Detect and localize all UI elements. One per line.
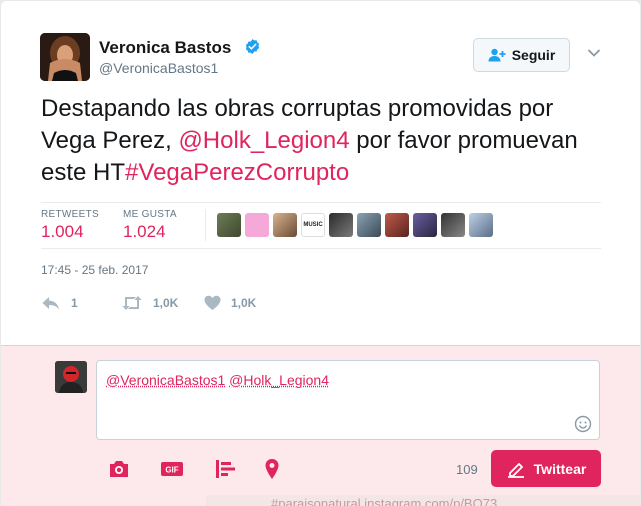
liker-avatar[interactable] — [385, 213, 409, 237]
retweet-icon — [122, 296, 142, 310]
location-icon[interactable] — [260, 457, 284, 481]
like-action[interactable]: 1,0K — [204, 295, 256, 311]
author-name[interactable]: Veronica Bastos — [99, 38, 231, 58]
reply-text: @VeronicaBastos1 @Holk_Legion4 — [106, 372, 329, 388]
liker-avatar[interactable] — [217, 213, 241, 237]
tweet-button[interactable]: Twittear — [491, 450, 601, 487]
verified-badge-icon — [245, 39, 260, 54]
poll-icon[interactable] — [213, 457, 237, 481]
liker-avatar[interactable] — [273, 213, 297, 237]
divider — [41, 248, 601, 249]
reply-mention-2: @Holk_Legion4 — [229, 372, 330, 388]
svg-text:GIF: GIF — [165, 466, 178, 475]
reply-mention-1: @VeronicaBastos1 — [106, 372, 226, 388]
likes-label: ME GUSTA — [123, 209, 177, 220]
tweet-button-label: Twittear — [533, 460, 587, 477]
reply-icon — [42, 297, 59, 310]
tweet-dialog: Veronica Bastos @VeronicaBastos1 Seguir … — [1, 1, 640, 506]
reply-input[interactable]: @VeronicaBastos1 @Holk_Legion4 — [96, 360, 600, 440]
retweet-action[interactable]: 1,0K — [121, 295, 178, 311]
mention-link[interactable]: @Holk_Legion4 — [178, 127, 349, 154]
author-avatar[interactable] — [40, 33, 90, 81]
follow-button[interactable]: Seguir — [473, 38, 570, 72]
tweet-timestamp[interactable]: 17:45 - 25 feb. 2017 — [41, 263, 148, 277]
reply-count: 1 — [71, 296, 78, 310]
retweets-count[interactable]: 1.004 — [41, 222, 84, 242]
follow-label: Seguir — [511, 47, 556, 63]
liker-music-text: MUSIC — [303, 222, 323, 228]
like-count: 1,0K — [231, 296, 257, 310]
character-counter: 109 — [456, 462, 478, 477]
heart-icon — [204, 295, 221, 310]
emoji-icon[interactable] — [574, 415, 592, 433]
reply-action[interactable]: 1 — [41, 295, 78, 311]
liker-avatars: MUSIC — [217, 213, 493, 237]
current-user-avatar — [55, 361, 87, 393]
hashtag-link[interactable]: #VegaPerezCorrupto — [125, 159, 349, 186]
liker-avatar[interactable] — [413, 213, 437, 237]
divider — [41, 202, 601, 203]
retweet-count: 1,0K — [153, 296, 179, 310]
retweets-label: RETWEETS — [41, 209, 99, 220]
camera-icon[interactable] — [107, 457, 131, 481]
liker-avatar[interactable] — [357, 213, 381, 237]
follow-person-icon — [488, 48, 506, 62]
liker-avatar[interactable] — [329, 213, 353, 237]
background-partial-text: #paraisonatural instagram.com/p/BQ73... — [271, 496, 509, 506]
stats-separator — [205, 209, 206, 241]
liker-avatar[interactable] — [245, 213, 269, 237]
tweet-text: Destapando las obras corruptas promovida… — [41, 93, 601, 189]
liker-avatar[interactable]: MUSIC — [301, 213, 325, 237]
compose-icon — [507, 462, 524, 478]
liker-avatar[interactable] — [441, 213, 465, 237]
gif-icon[interactable]: GIF — [160, 457, 184, 481]
likes-count[interactable]: 1.024 — [123, 222, 166, 242]
chevron-down-icon[interactable] — [587, 46, 601, 60]
author-handle[interactable]: @VeronicaBastos1 — [99, 60, 218, 76]
liker-avatar[interactable] — [469, 213, 493, 237]
